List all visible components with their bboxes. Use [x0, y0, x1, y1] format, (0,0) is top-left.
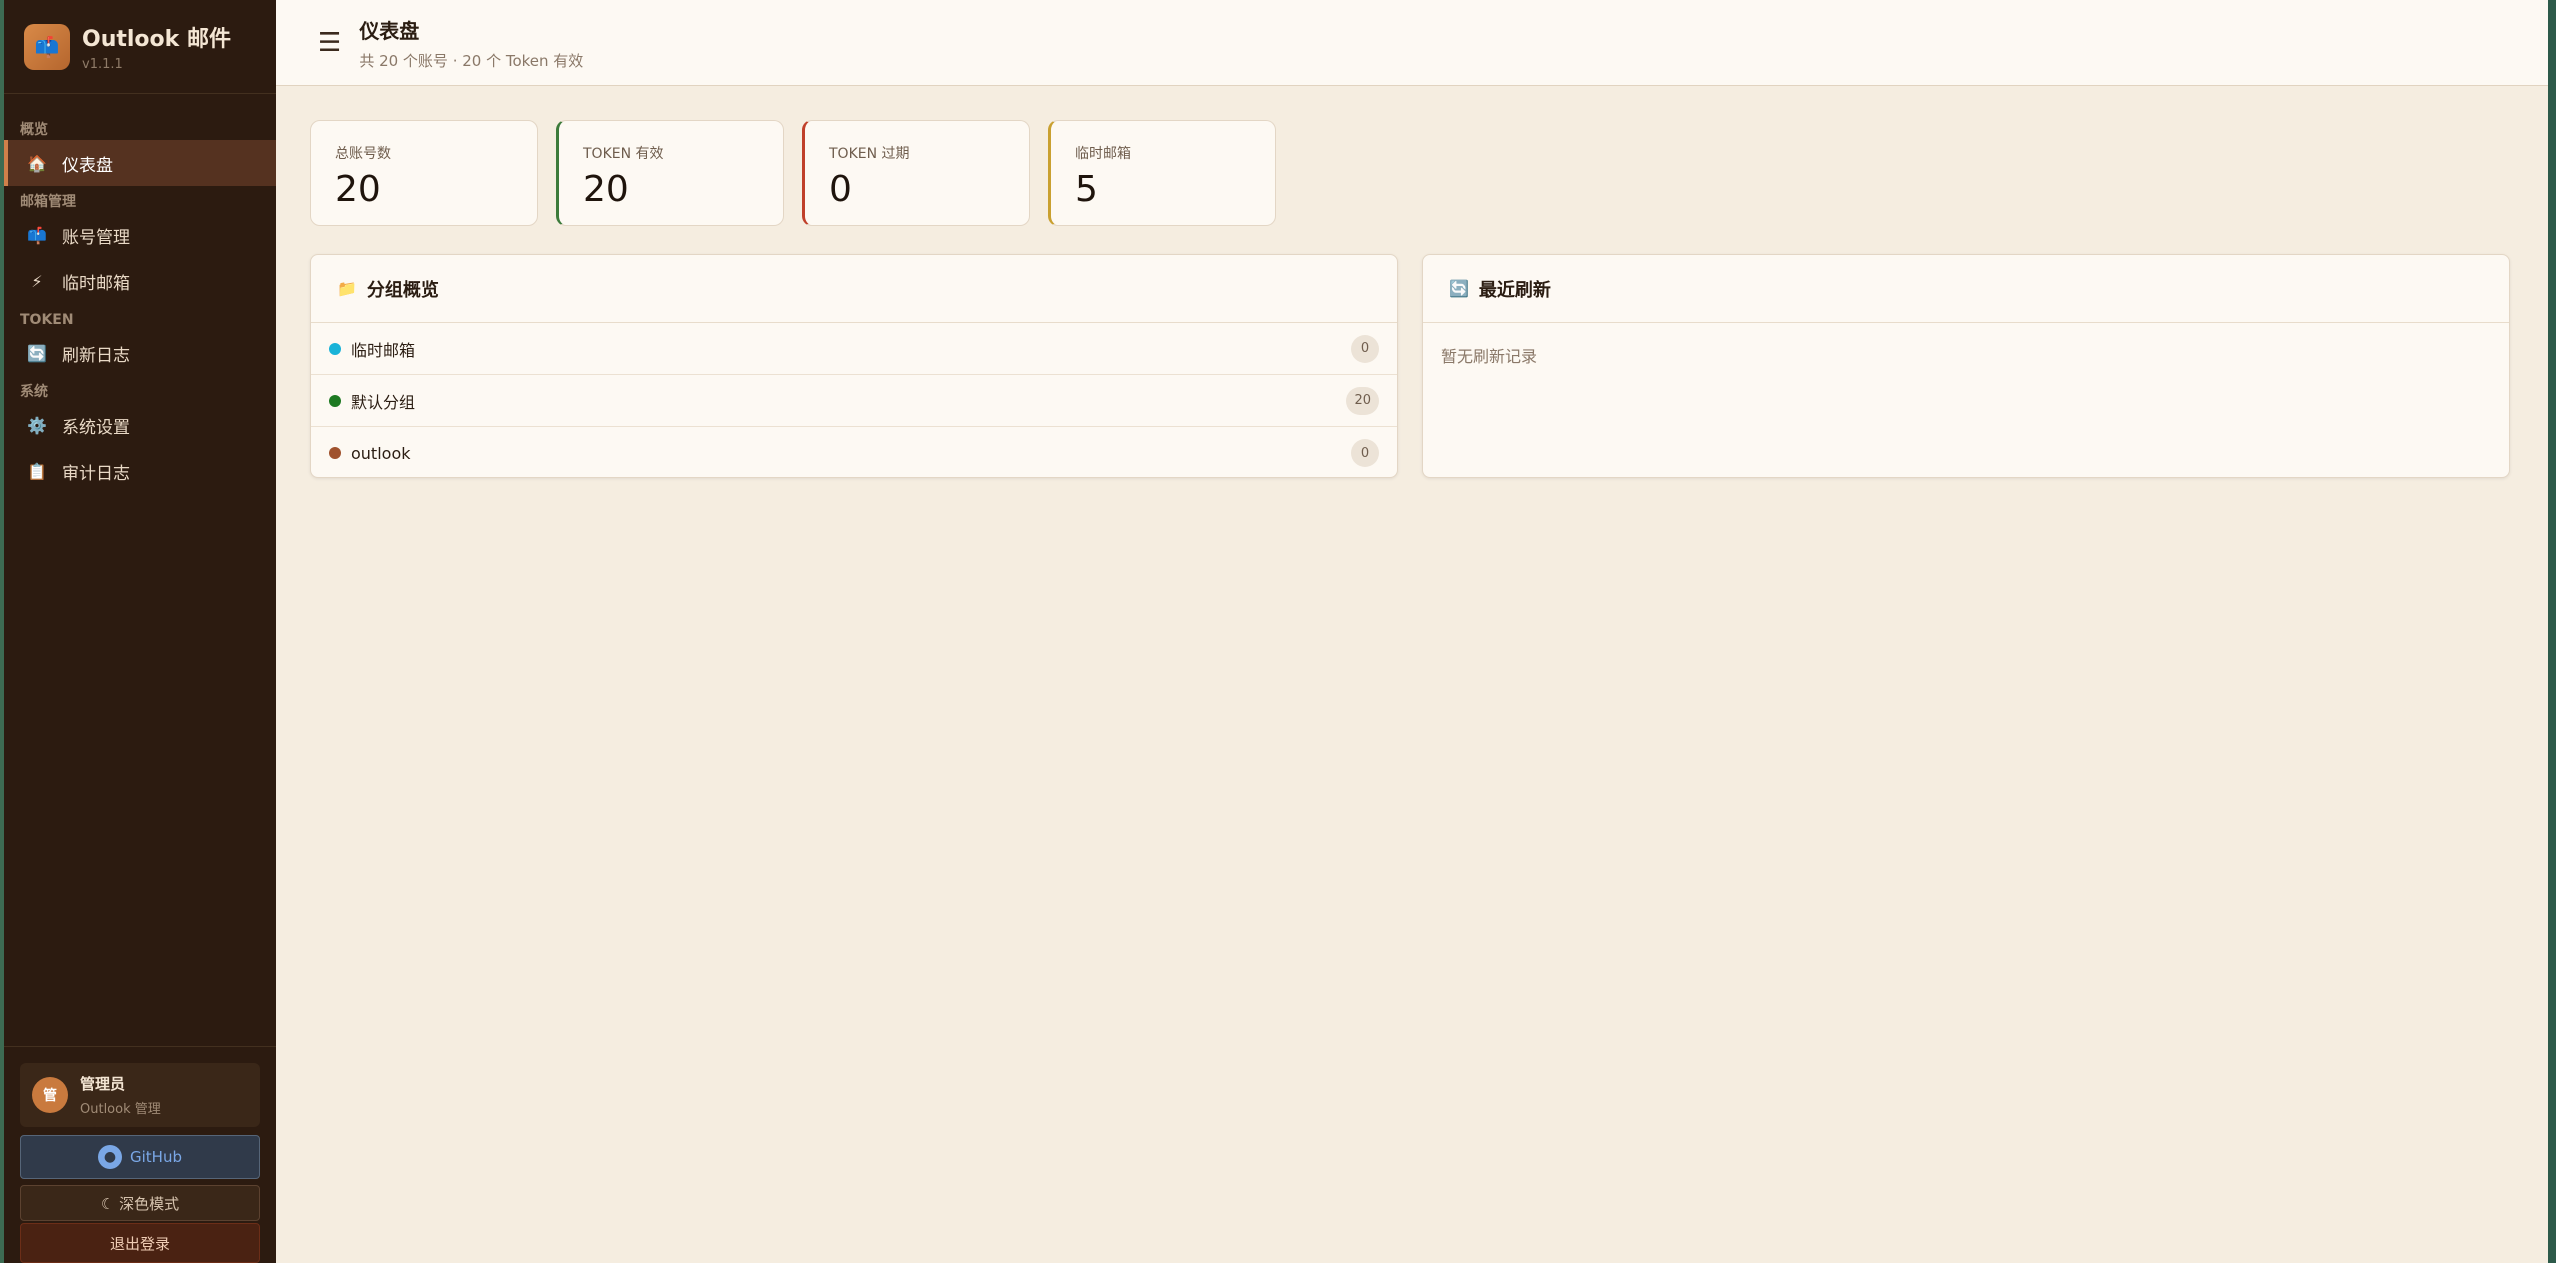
- sidebar-item-label: 临时邮箱: [62, 273, 130, 294]
- page-subtitle: 共 20 个账号 · 20 个 Token 有效: [359, 51, 584, 70]
- group-color-dot: [329, 342, 341, 355]
- sidebar-item-label: 账号管理: [62, 227, 130, 248]
- count-badge: 0: [1351, 439, 1379, 467]
- stat-value: 20: [583, 169, 629, 210]
- brand: 📫 Outlook 邮件 v1.1.1: [4, 0, 276, 94]
- nav-section-token: TOKEN: [20, 312, 74, 328]
- sidebar-item-accounts[interactable]: 📫 账号管理: [4, 212, 276, 258]
- dark-mode-button[interactable]: ☾ 深色模式: [20, 1185, 260, 1221]
- github-label: GitHub: [130, 1148, 182, 1166]
- stat-card-token-valid: TOKEN 有效 20: [556, 120, 784, 226]
- window-edge: [2548, 0, 2556, 1263]
- stat-card-token-expired: TOKEN 过期 0: [802, 120, 1030, 226]
- group-color-dot: [329, 447, 341, 459]
- stats-row: 总账号数 20 TOKEN 有效 20 TOKEN 过期 0 临时邮箱 5: [310, 120, 2516, 226]
- sidebar-item-dashboard[interactable]: 🏠 仪表盘: [4, 140, 276, 186]
- brand-version: v1.1.1: [82, 57, 123, 72]
- nav-section-mailbox: 邮箱管理: [20, 194, 76, 210]
- sidebar-item-label: 刷新日志: [62, 345, 130, 366]
- sidebar-item-settings[interactable]: ⚙️ 系统设置: [4, 402, 276, 448]
- panel-title: 分组概览: [366, 279, 439, 301]
- sidebar-item-temp-mail[interactable]: ⚡ 临时邮箱: [4, 258, 276, 304]
- stat-card-temp-mail: 临时邮箱 5: [1048, 120, 1276, 226]
- hamburger-menu-icon[interactable]: ☰: [318, 28, 341, 58]
- home-icon: 🏠: [27, 153, 47, 173]
- nav-section-overview: 概览: [20, 122, 48, 138]
- brand-title: Outlook 邮件: [82, 27, 231, 52]
- mailbox-icon: 📫: [27, 225, 47, 245]
- stat-value: 20: [335, 169, 381, 210]
- stat-card-total-accounts: 总账号数 20: [310, 120, 538, 226]
- group-name: outlook: [351, 443, 411, 463]
- group-row[interactable]: 临时邮箱 0: [311, 323, 1397, 375]
- user-role: Outlook 管理: [80, 1102, 161, 1117]
- topbar: ☰ 仪表盘 共 20 个账号 · 20 个 Token 有效: [276, 0, 2548, 86]
- sidebar-item-audit-log[interactable]: 📋 审计日志: [4, 448, 276, 494]
- stat-label: 临时邮箱: [1075, 146, 1131, 162]
- page-title: 仪表盘: [359, 18, 420, 43]
- sidebar: 📫 Outlook 邮件 v1.1.1 概览 🏠 仪表盘 邮箱管理 📫 账号管理…: [0, 0, 276, 1263]
- github-button[interactable]: ● GitHub: [20, 1135, 260, 1179]
- count-badge: 0: [1351, 334, 1379, 363]
- panels-row: 📁 分组概览 临时邮箱 0 默认分组 20 outlook 0 🔄 最近刷新 暂…: [310, 254, 2516, 478]
- clipboard-icon: 📋: [27, 461, 47, 481]
- panel-header: 🔄 最近刷新: [1423, 255, 2509, 323]
- stat-label: TOKEN 有效: [583, 146, 664, 162]
- dashboard-content: 总账号数 20 TOKEN 有效 20 TOKEN 过期 0 临时邮箱 5 📁 …: [276, 86, 2548, 478]
- lightning-icon: ⚡: [31, 271, 43, 291]
- group-color-dot: [329, 394, 341, 407]
- group-row[interactable]: outlook 0: [311, 427, 1397, 479]
- group-overview-panel: 📁 分组概览 临时邮箱 0 默认分组 20 outlook 0: [310, 254, 1398, 478]
- sidebar-item-label: 仪表盘: [62, 155, 113, 176]
- github-icon: ●: [98, 1145, 122, 1169]
- folder-icon: 📁: [337, 279, 357, 298]
- sidebar-nav: 概览 🏠 仪表盘 邮箱管理 📫 账号管理 ⚡ 临时邮箱 TOKEN 🔄 刷新日志…: [4, 94, 276, 494]
- nav-section-system: 系统: [20, 384, 48, 400]
- group-name: 临时邮箱: [351, 340, 416, 360]
- avatar: 管: [32, 1077, 68, 1113]
- sidebar-item-label: 系统设置: [62, 417, 130, 438]
- sidebar-item-refresh-log[interactable]: 🔄 刷新日志: [4, 330, 276, 376]
- main-area: ☰ 仪表盘 共 20 个账号 · 20 个 Token 有效 总账号数 20 T…: [276, 0, 2548, 1263]
- refresh-icon: 🔄: [27, 343, 47, 363]
- recent-refresh-panel: 🔄 最近刷新 暂无刷新记录: [1422, 254, 2510, 478]
- sidebar-item-label: 审计日志: [62, 463, 130, 484]
- group-row[interactable]: 默认分组 20: [311, 375, 1397, 427]
- gear-icon: ⚙️: [27, 415, 47, 435]
- stat-label: 总账号数: [335, 146, 391, 162]
- user-card[interactable]: 管 管理员 Outlook 管理: [20, 1063, 260, 1127]
- stat-value: 0: [829, 169, 852, 210]
- panel-title: 最近刷新: [1478, 279, 1551, 301]
- mailbox-icon: 📫: [24, 23, 70, 70]
- logout-button[interactable]: 退出登录: [20, 1223, 260, 1263]
- empty-state-text: 暂无刷新记录: [1441, 347, 1538, 366]
- stat-value: 5: [1075, 169, 1098, 210]
- sidebar-footer: 管 管理员 Outlook 管理 ● GitHub ☾ 深色模式 退出登录: [4, 1046, 276, 1263]
- panel-header: 📁 分组概览: [311, 255, 1397, 323]
- app-window: 📫 Outlook 邮件 v1.1.1 概览 🏠 仪表盘 邮箱管理 📫 账号管理…: [0, 0, 2548, 1263]
- stat-label: TOKEN 过期: [829, 146, 910, 162]
- user-name: 管理员: [80, 1075, 126, 1093]
- count-badge: 20: [1346, 386, 1379, 415]
- refresh-icon: 🔄: [1449, 279, 1469, 298]
- group-name: 默认分组: [351, 392, 416, 412]
